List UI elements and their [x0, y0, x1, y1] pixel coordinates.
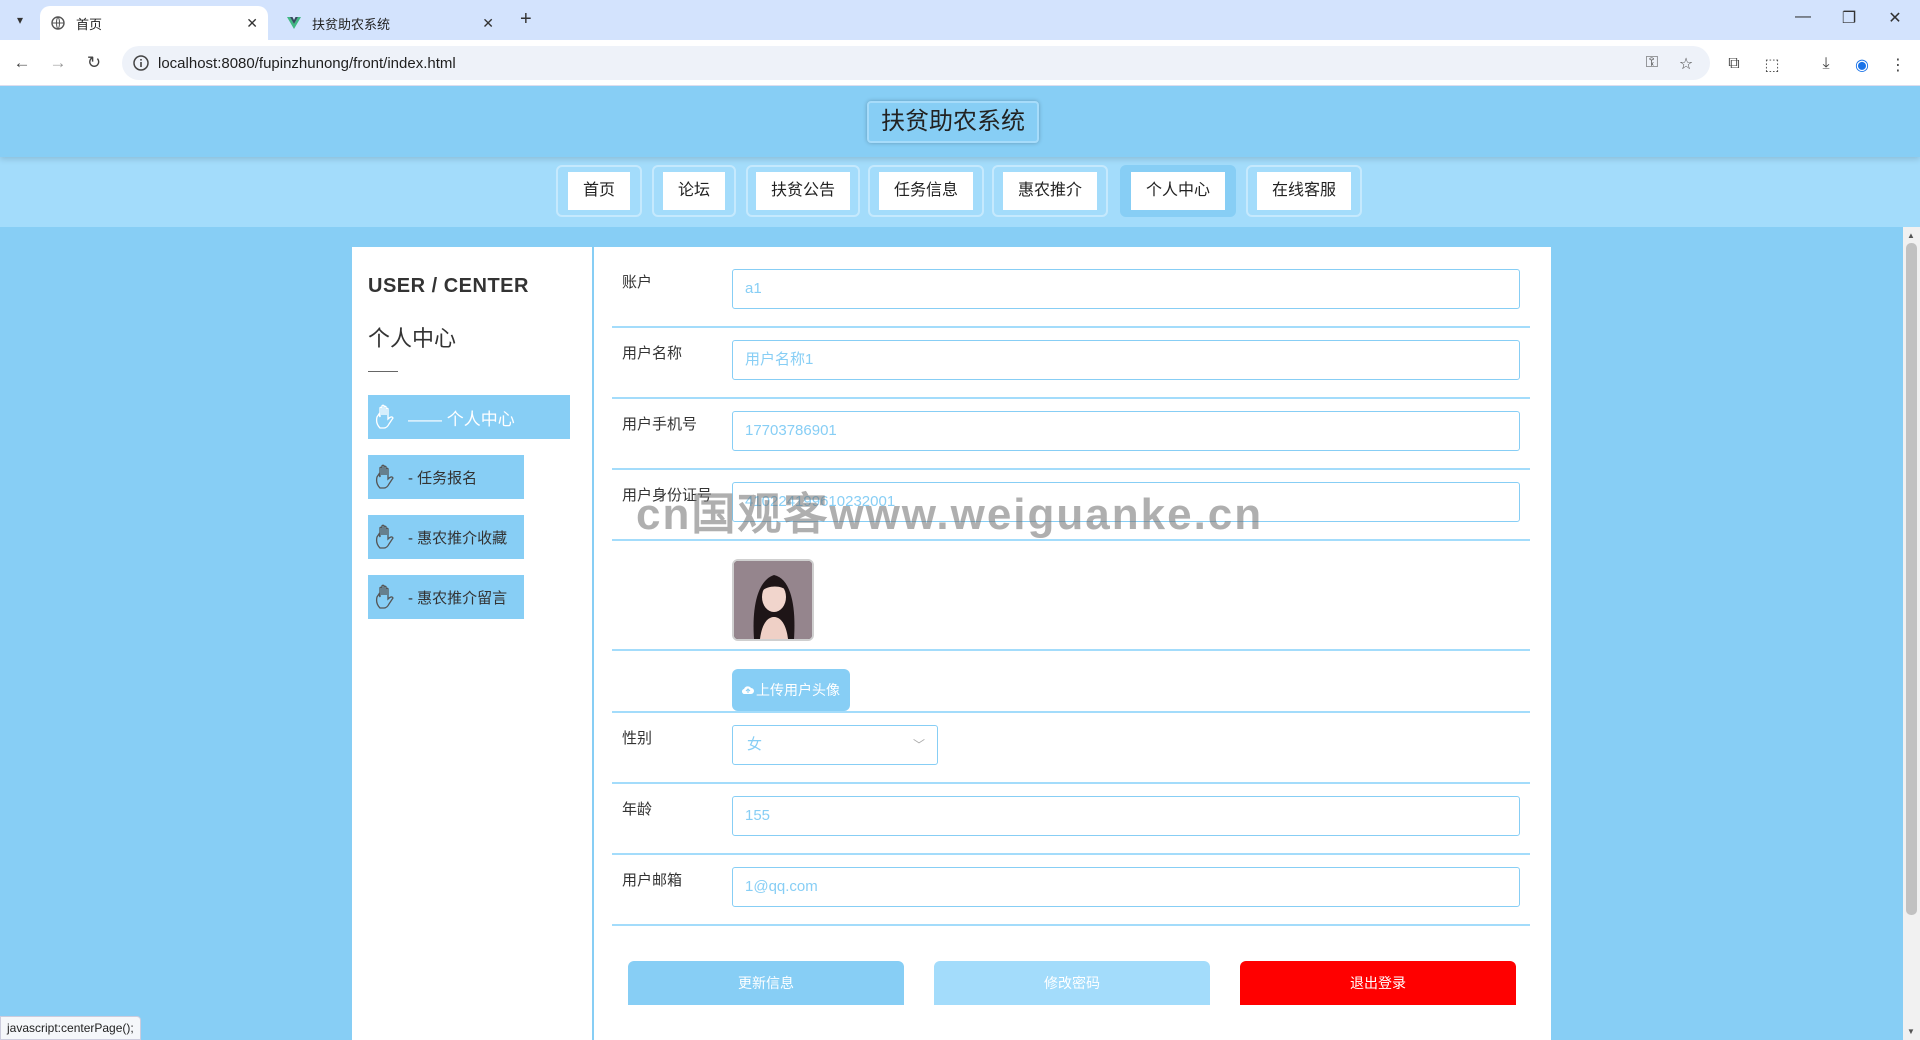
username-label: 用户名称 [622, 345, 683, 362]
scroll-thumb[interactable] [1906, 243, 1917, 915]
vue-logo-icon [286, 15, 302, 31]
scroll-up-icon[interactable]: ▲ [1907, 231, 1915, 240]
hand-icon [375, 524, 394, 549]
gender-value: 女 [747, 736, 763, 753]
upload-avatar-button[interactable]: 上传用户头像 [732, 669, 850, 711]
sidebar-item-label: - 惠农推介收藏 [408, 529, 508, 547]
email-label: 用户邮箱 [622, 872, 683, 889]
chevron-down-icon: ﹀ [912, 738, 925, 752]
site-header: 扶贫助农系统 [0, 87, 1920, 157]
age-label: 年龄 [622, 801, 653, 818]
nav-label: 任务信息 [878, 172, 973, 210]
status-bar: javascript:centerPage(); [0, 1016, 141, 1040]
tab-search-button[interactable]: ▾ [8, 8, 32, 32]
page-scrollbar[interactable]: ▲ ▼ [1903, 227, 1920, 1040]
sidebar-item-promo-messages[interactable]: - 惠农推介留言 [368, 575, 524, 619]
form-row-gender: 性别 女 ﹀ [612, 713, 1530, 784]
site-info-icon[interactable] [132, 54, 150, 72]
sidebar-item-task-signup[interactable]: - 任务报名 [368, 455, 524, 499]
sidebar-cn-title: 个人中心 [368, 326, 457, 351]
account-input[interactable]: a1 [732, 269, 1520, 309]
tab-system[interactable]: 扶贫助农系统 ✕ [276, 6, 504, 40]
nav-label: 首页 [567, 172, 630, 210]
page: 扶贫助农系统 首页 论坛 扶贫公告 任务信息 惠农推介 个人中心 在线客服 US… [0, 87, 1920, 1040]
forward-icon[interactable]: → [46, 51, 70, 75]
site-title: 扶贫助农系统 [867, 101, 1039, 143]
tab-home[interactable]: 首页 ✕ [40, 6, 268, 40]
gender-select[interactable]: 女 ﹀ [732, 725, 938, 765]
hand-icon [375, 464, 394, 489]
window-close-icon[interactable]: ✕ [1872, 8, 1918, 28]
form-row-email: 用户邮箱 1@qq.com [612, 855, 1530, 926]
tab-title: 首页 [76, 16, 103, 32]
cloud-upload-icon [742, 686, 754, 695]
hand-icon [375, 404, 394, 429]
download-icon[interactable]: ⤓ [1816, 55, 1836, 75]
close-tab-icon[interactable]: ✕ [482, 15, 494, 32]
sidebar-item-promo-favorites[interactable]: - 惠农推介收藏 [368, 515, 524, 559]
user-center-sidebar: USER / CENTER 个人中心 —— 个人中心 - 任务报名 - 惠农推介… [352, 247, 592, 1040]
restore-icon[interactable]: ❐ [1826, 8, 1872, 28]
sidebar-item-label: - 任务报名 [408, 469, 478, 487]
menu-kebab-icon[interactable]: ⋮ [1888, 55, 1908, 75]
nav-label: 惠农推介 [1002, 172, 1097, 210]
browser-tab-bar: ▾ 首页 ✕ 扶贫助农系统 ✕ + — ❐ ✕ [0, 0, 1920, 40]
nav-announcement[interactable]: 扶贫公告 [746, 165, 860, 217]
address-bar[interactable]: localhost:8080/fupinzhunong/front/index.… [122, 46, 1710, 80]
nav-label: 扶贫公告 [755, 172, 850, 210]
phone-label: 用户手机号 [622, 416, 698, 433]
minimize-icon[interactable]: — [1780, 8, 1826, 26]
back-icon[interactable]: ← [10, 51, 34, 75]
sidebar-item-user-center[interactable]: —— 个人中心 [368, 395, 570, 439]
form-row-avatar [612, 541, 1530, 651]
form-row-username: 用户名称 用户名称1 [612, 328, 1530, 399]
nav-online-service[interactable]: 在线客服 [1246, 165, 1362, 217]
nav-farm-promo[interactable]: 惠农推介 [992, 165, 1108, 217]
age-input[interactable]: 155 [732, 796, 1520, 836]
username-input[interactable]: 用户名称1 [732, 340, 1520, 380]
form-row-account: 账户 a1 [612, 257, 1530, 328]
close-tab-icon[interactable]: ✕ [246, 15, 258, 32]
form-row-age: 年龄 155 [612, 784, 1530, 855]
sidebar-item-label: —— 个人中心 [408, 409, 515, 429]
watermark: cn国观客www.weiguanke.cn [636, 490, 1264, 539]
tab-title: 扶贫助农系统 [312, 16, 391, 32]
bookmark-star-icon[interactable]: ☆ [1676, 54, 1696, 74]
url-text: localhost:8080/fupinzhunong/front/index.… [158, 55, 456, 72]
new-tab-icon[interactable]: + [520, 8, 532, 31]
nav-forum[interactable]: 论坛 [652, 165, 736, 217]
scroll-down-icon[interactable]: ▼ [1907, 1027, 1915, 1036]
form-row-upload: 上传用户头像 [612, 651, 1530, 713]
profile-icon[interactable]: ◉ [1852, 55, 1872, 75]
avatar-photo [734, 561, 812, 639]
gender-label: 性别 [622, 730, 653, 747]
password-key-icon[interactable]: ⚿ [1642, 54, 1662, 74]
nav-task-info[interactable]: 任务信息 [868, 165, 984, 217]
change-password-button[interactable]: 修改密码 [934, 961, 1210, 1005]
nav-user-center[interactable]: 个人中心 [1120, 165, 1236, 217]
phone-input[interactable]: 17703786901 [732, 411, 1520, 451]
screenshot-icon[interactable]: ⧉ [1724, 55, 1744, 75]
account-label: 账户 [622, 274, 653, 291]
upload-avatar-label: 上传用户头像 [756, 682, 840, 698]
hand-icon [375, 584, 394, 609]
main-nav: 首页 论坛 扶贫公告 任务信息 惠农推介 个人中心 在线客服 [0, 165, 1920, 217]
user-avatar [732, 559, 814, 641]
extensions-icon[interactable]: ⬚ [1762, 55, 1782, 75]
logout-button[interactable]: 退出登录 [1240, 961, 1516, 1005]
divider [368, 371, 398, 372]
reload-icon[interactable]: ↻ [82, 51, 106, 75]
form-row-phone: 用户手机号 17703786901 [612, 399, 1530, 470]
nav-label: 个人中心 [1130, 172, 1225, 210]
nav-home[interactable]: 首页 [556, 165, 642, 217]
email-input[interactable]: 1@qq.com [732, 867, 1520, 907]
update-info-button[interactable]: 更新信息 [628, 961, 904, 1005]
sidebar-item-label: - 惠农推介留言 [408, 589, 508, 607]
sidebar-en-title: USER / CENTER [368, 275, 529, 297]
nav-label: 在线客服 [1256, 172, 1351, 210]
browser-toolbar: ← → ↻ localhost:8080/fupinzhunong/front/… [0, 40, 1920, 86]
nav-label: 论坛 [662, 172, 725, 210]
user-info-form: 账户 a1 用户名称 用户名称1 用户手机号 17703786901 用户身份证… [594, 247, 1551, 1040]
globe-icon [50, 15, 66, 31]
